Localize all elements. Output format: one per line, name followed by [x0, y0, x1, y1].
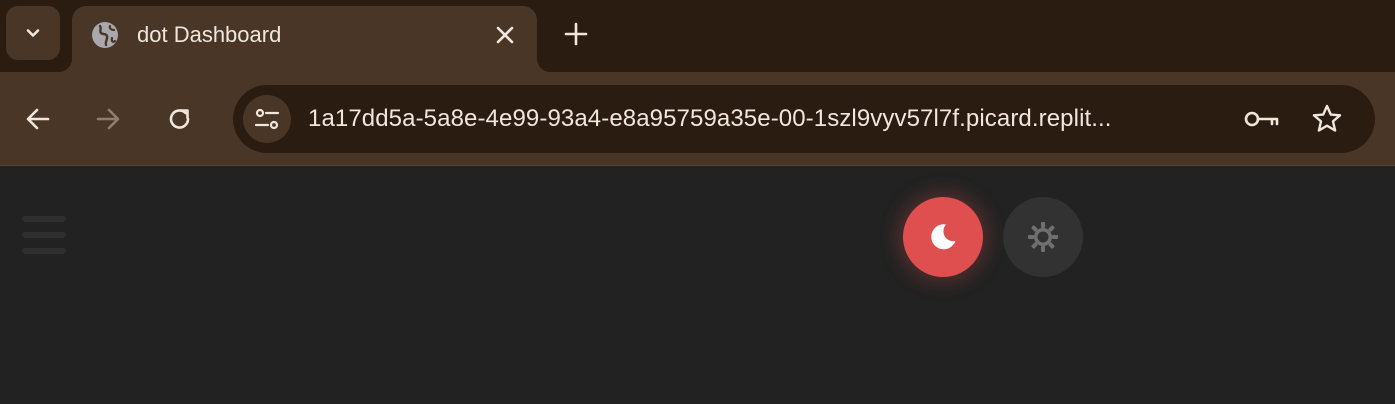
back-arrow-icon [26, 108, 50, 130]
browser-toolbar: 1a17dd5a-5a8e-4e99-93a4-e8a95759a35e-00-… [0, 72, 1395, 165]
menu-icon[interactable] [22, 214, 66, 256]
menu-icon-bar [22, 216, 66, 222]
site-info-button[interactable] [243, 95, 291, 143]
moon-icon [931, 224, 956, 250]
light-mode-button[interactable] [1003, 197, 1083, 277]
tab-title: dot Dashboard [137, 22, 282, 47]
sun-icon [1028, 222, 1058, 252]
dark-mode-button[interactable] [903, 197, 983, 277]
reload-icon [169, 109, 190, 129]
tab-search-button[interactable] [6, 6, 60, 60]
plus-icon [564, 22, 588, 46]
forward-arrow-icon [96, 108, 120, 130]
close-icon[interactable] [490, 20, 520, 50]
tab-strip: dot Dashboard [0, 0, 1395, 72]
star-icon[interactable] [1309, 101, 1345, 137]
menu-icon-bar [22, 248, 66, 254]
chevron-down-icon [26, 29, 40, 37]
tune-icon [254, 108, 280, 130]
url-text[interactable]: 1a17dd5a-5a8e-4e99-93a4-e8a95759a35e-00-… [308, 105, 1112, 133]
reload-button[interactable] [162, 101, 198, 137]
forward-button[interactable] [90, 101, 126, 137]
key-icon[interactable] [1244, 101, 1280, 137]
back-button[interactable] [20, 101, 56, 137]
toolbar-divider [0, 165, 1395, 166]
browser-tab-active[interactable]: dot Dashboard [58, 6, 551, 72]
globe-icon [90, 20, 120, 50]
address-bar[interactable]: 1a17dd5a-5a8e-4e99-93a4-e8a95759a35e-00-… [233, 85, 1375, 153]
menu-icon-bar [22, 232, 66, 238]
new-tab-button[interactable] [560, 18, 592, 50]
